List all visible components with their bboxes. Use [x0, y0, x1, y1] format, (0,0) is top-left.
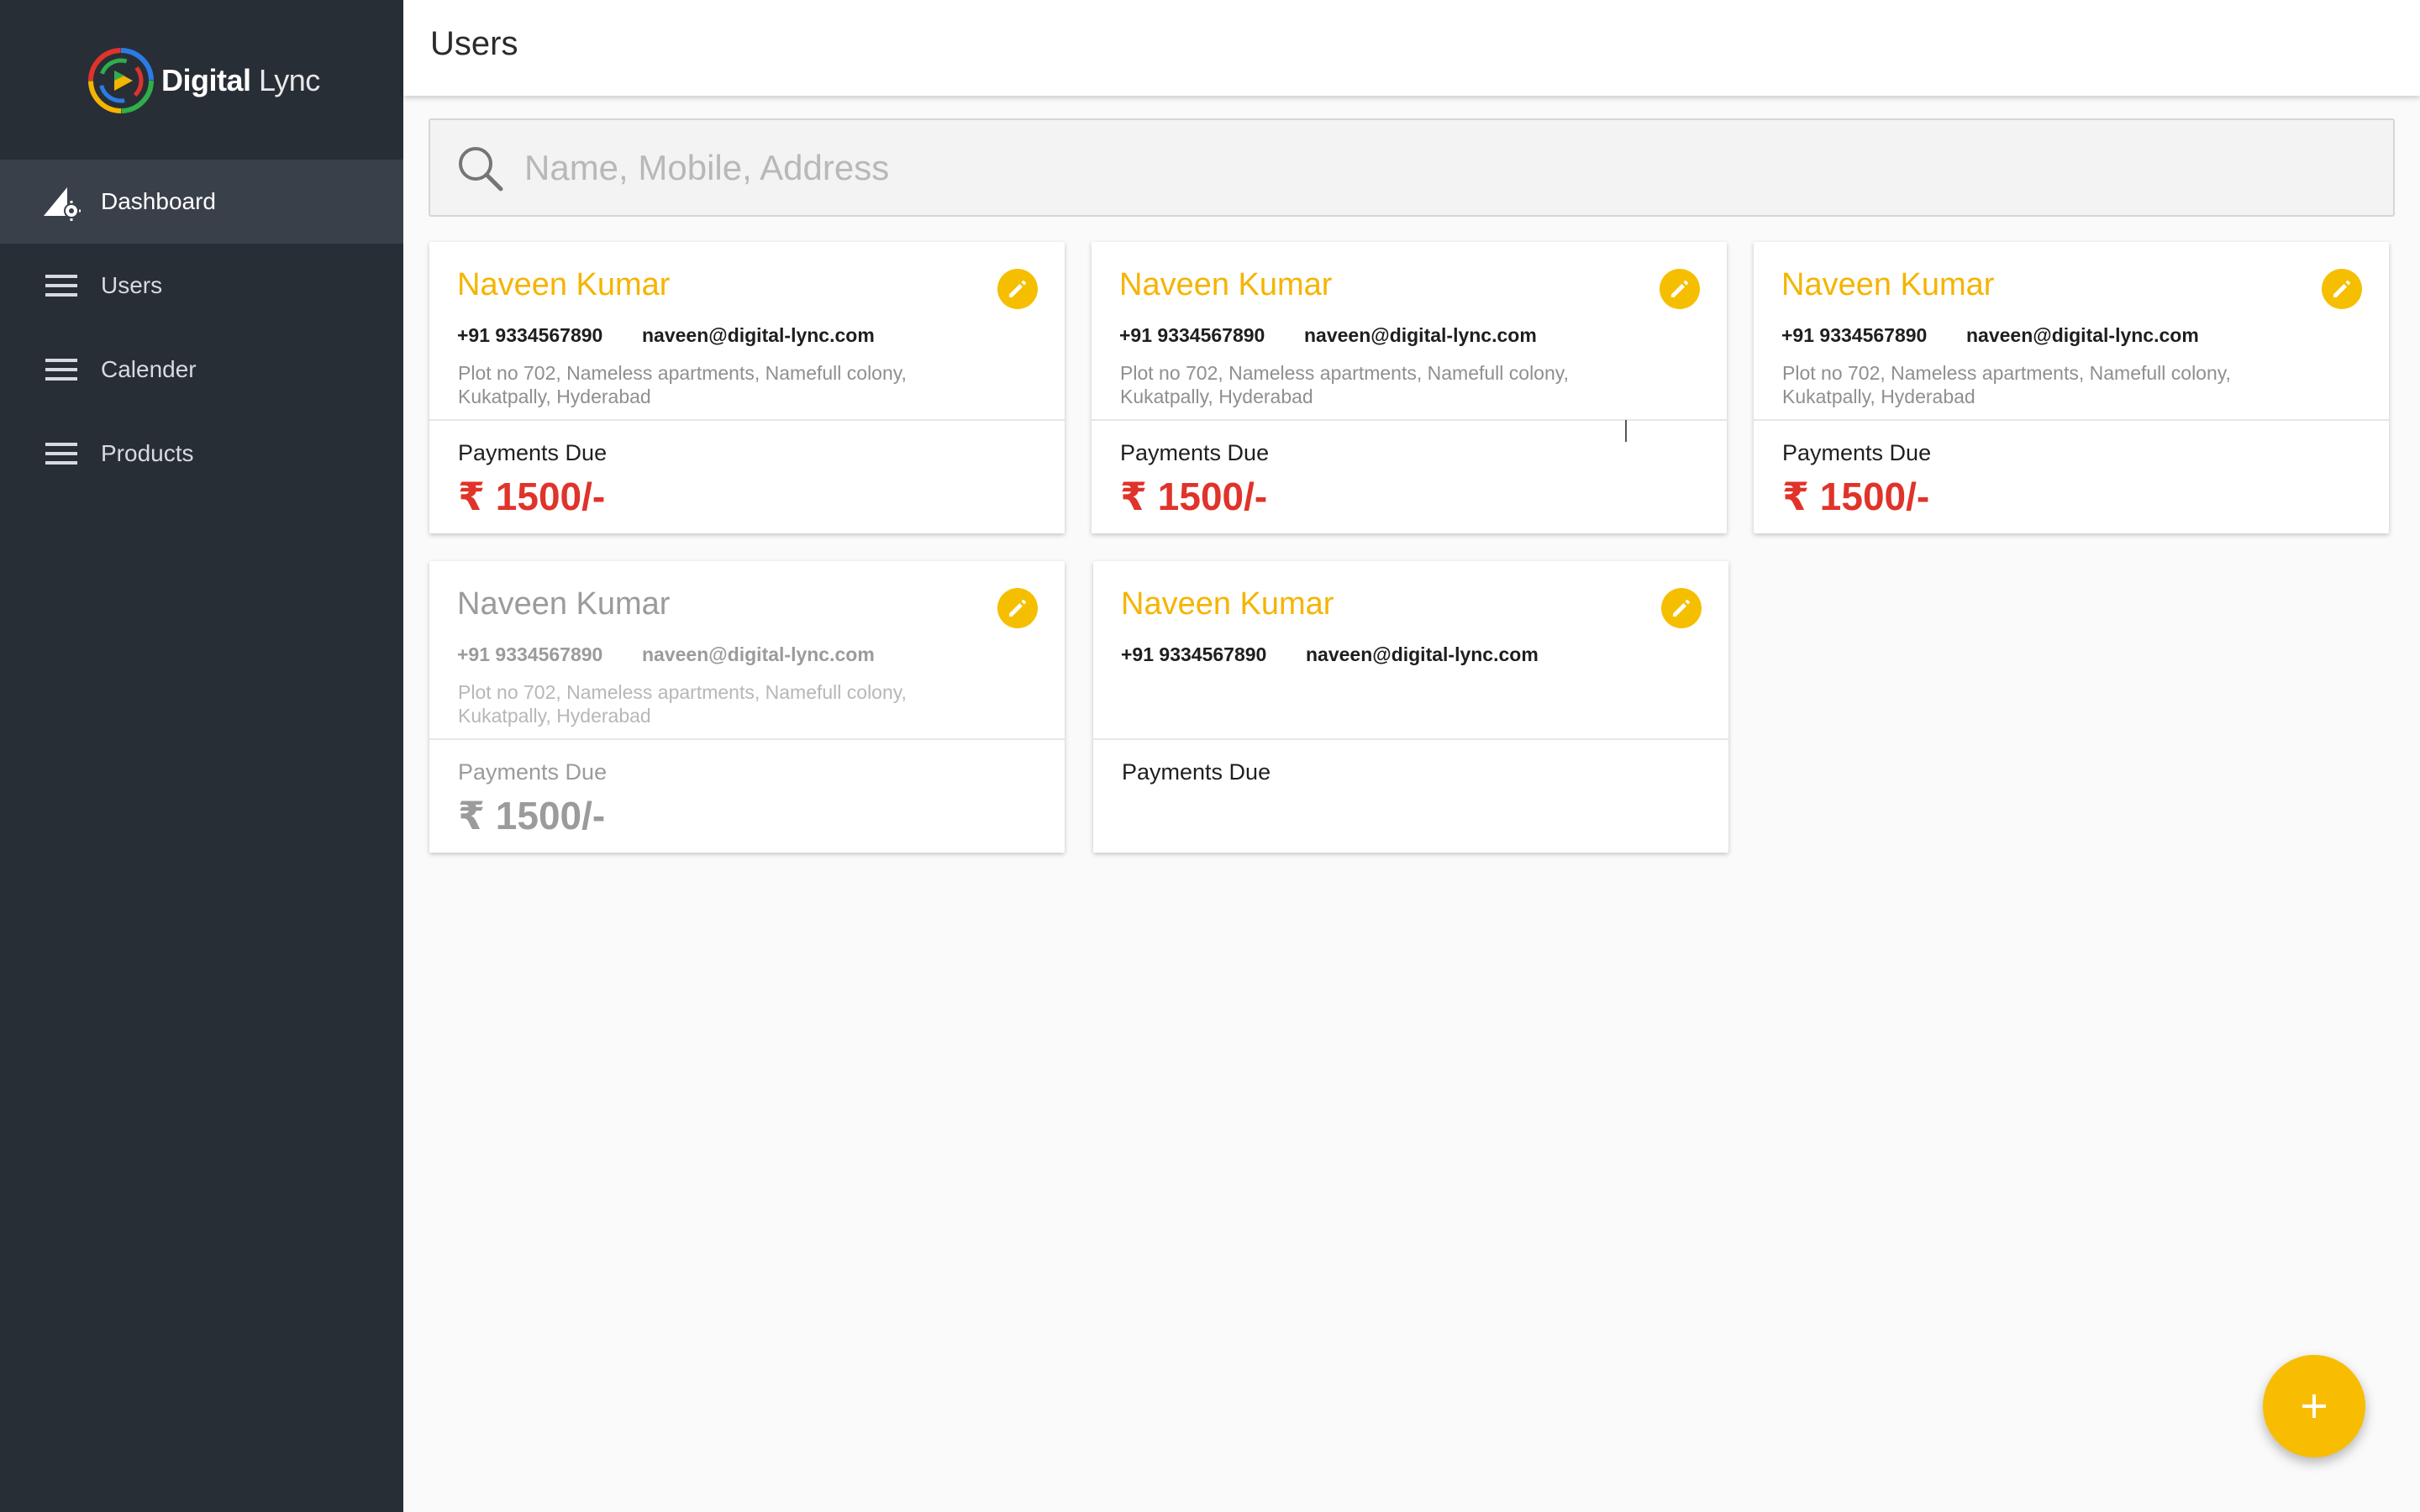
- sidebar-item-users[interactable]: Users: [0, 244, 403, 328]
- dashboard-gear-icon: [42, 182, 81, 221]
- pencil-icon: [1009, 281, 1026, 297]
- sidebar-item-label: Dashboard: [101, 188, 216, 214]
- user-name: Naveen Kumar: [1121, 586, 1334, 622]
- payments-due-amount: ₹ 1500/-: [1120, 475, 1268, 518]
- user-address: Plot no 702, Nameless apartments, Namefu…: [458, 681, 907, 727]
- payments-due-amount: ₹ 1500/-: [458, 475, 606, 518]
- user-phone: +91 9334567890: [457, 324, 603, 346]
- user-card-details: Naveen Kumar +91 9334567890 naveen@digit…: [1754, 242, 2389, 421]
- payments-due-label: Payments Due: [1122, 759, 1271, 785]
- search-bar: [429, 118, 2395, 217]
- user-card-details: Naveen Kumar +91 9334567890 naveen@digit…: [429, 242, 1065, 421]
- payments-due-amount: ₹ 1500/-: [458, 794, 606, 837]
- user-email: naveen@digital-lync.com: [642, 324, 875, 346]
- edit-user-button[interactable]: [997, 269, 1038, 309]
- sidebar-item-label: Products: [101, 440, 194, 466]
- edit-user-button[interactable]: [1661, 588, 1702, 628]
- user-name: Naveen Kumar: [457, 586, 671, 622]
- user-address: Plot no 702, Nameless apartments, Namefu…: [1782, 362, 2231, 407]
- pencil-icon: [2333, 281, 2350, 297]
- pencil-icon: [1673, 600, 1690, 617]
- edit-user-button[interactable]: [1660, 269, 1700, 309]
- payments-due-amount: ₹ 1500/-: [1782, 475, 1930, 518]
- user-phone: +91 9334567890: [1781, 324, 1928, 346]
- digital-lync-logo-icon: [88, 48, 154, 113]
- user-card[interactable]: Naveen Kumar +91 9334567890 naveen@digit…: [1092, 242, 1727, 533]
- user-email: naveen@digital-lync.com: [1306, 643, 1539, 665]
- search-icon: [459, 146, 503, 191]
- pencil-icon: [1671, 281, 1688, 297]
- user-name: Naveen Kumar: [457, 267, 671, 302]
- user-card-details: Naveen Kumar +91 9334567890 naveen@digit…: [1092, 242, 1727, 421]
- menu-icon: [42, 350, 81, 389]
- add-user-button[interactable]: [2263, 1355, 2365, 1457]
- user-card-disabled[interactable]: Naveen Kumar +91 9334567890 naveen@digit…: [429, 561, 1065, 853]
- sidebar-item-calender[interactable]: Calender: [0, 328, 403, 412]
- user-phone: +91 9334567890: [457, 643, 603, 665]
- user-name: Naveen Kumar: [1781, 267, 1995, 302]
- user-card-details: Naveen Kumar +91 9334567890 naveen@digit…: [429, 561, 1065, 740]
- text-cursor: [1625, 420, 1627, 442]
- pencil-icon: [1009, 600, 1026, 617]
- user-email: naveen@digital-lync.com: [1304, 324, 1537, 346]
- user-card[interactable]: Naveen Kumar +91 9334567890 naveen@digit…: [429, 242, 1065, 533]
- payments-due-label: Payments Due: [1120, 440, 1270, 465]
- user-phone: +91 9334567890: [1119, 324, 1265, 346]
- sidebar-item-products[interactable]: Products: [0, 412, 403, 496]
- user-email: naveen@digital-lync.com: [642, 643, 875, 665]
- edit-user-button[interactable]: [2322, 269, 2362, 309]
- sidebar-item-label: Users: [101, 272, 163, 298]
- sidebar-item-dashboard[interactable]: Dashboard: [0, 160, 403, 244]
- sidebar-nav: Dashboard Users Calender Products: [0, 160, 403, 496]
- page-title: Users: [430, 25, 518, 62]
- user-card-details: Naveen Kumar +91 9334567890 naveen@digit…: [1093, 561, 1728, 740]
- payments-due-label: Payments Due: [458, 440, 608, 465]
- menu-icon: [42, 434, 81, 473]
- payments-due-label: Payments Due: [1782, 440, 1932, 465]
- sidebar-item-label: Calender: [101, 356, 197, 382]
- user-address: Plot no 702, Nameless apartments, Namefu…: [1120, 362, 1569, 407]
- brand-logo[interactable]: Digital Lync: [86, 45, 320, 116]
- user-email: naveen@digital-lync.com: [1966, 324, 2199, 346]
- user-address: Plot no 702, Nameless apartments, Namefu…: [458, 362, 907, 407]
- user-card[interactable]: Naveen Kumar +91 9334567890 naveen@digit…: [1754, 242, 2389, 533]
- search-input[interactable]: [524, 134, 2393, 202]
- user-name: Naveen Kumar: [1119, 267, 1333, 302]
- plus-icon: [2302, 1394, 2326, 1418]
- brand-name: Digital Lync: [161, 63, 320, 97]
- edit-user-button[interactable]: [997, 588, 1038, 628]
- menu-icon: [42, 266, 81, 305]
- app-header: Users: [403, 0, 2420, 96]
- user-phone: +91 9334567890: [1121, 643, 1267, 665]
- payments-due-label: Payments Due: [458, 759, 608, 785]
- sidebar: Digital Lync Dashboard Users Calender Pr…: [0, 0, 403, 1512]
- user-card[interactable]: Naveen Kumar +91 9334567890 naveen@digit…: [1093, 561, 1728, 853]
